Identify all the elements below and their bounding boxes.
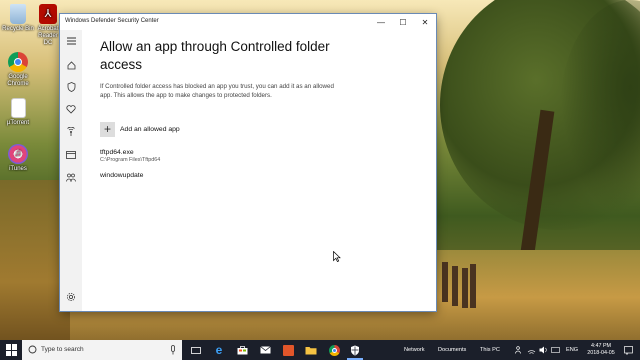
store-icon[interactable]	[235, 343, 249, 357]
recycle-bin-icon	[10, 4, 26, 24]
fence-post	[452, 266, 458, 306]
file-explorer-icon[interactable]	[304, 343, 318, 357]
chrome-icon	[8, 52, 28, 72]
page-description: If Controlled folder access has blocked …	[100, 83, 334, 99]
defender-taskbar-icon[interactable]	[348, 343, 362, 357]
family-icon[interactable]	[66, 172, 76, 182]
volume-icon[interactable]	[538, 343, 548, 357]
clock-date: 2018-04-05	[587, 350, 615, 356]
add-allowed-app-button[interactable]: + Add an allowed app	[100, 122, 180, 137]
language-indicator[interactable]: ENG	[566, 347, 578, 353]
mouse-cursor-icon	[333, 251, 341, 262]
desktop-icon-chrome[interactable]: Google Chrome	[2, 52, 34, 88]
menu-icon[interactable]	[66, 36, 76, 46]
title-bar[interactable]: Windows Defender Security Center — ☐ ✕	[60, 14, 436, 30]
nav-sidebar	[60, 30, 82, 311]
desktop-icon-recycle-bin[interactable]: Recycle Bin	[2, 4, 34, 33]
edge-icon[interactable]: e	[212, 343, 226, 357]
allowed-app-item[interactable]: tftpd64.exe C:\Program Files\Tftpd64	[100, 149, 160, 163]
app-name: windowupdate	[100, 172, 144, 179]
wifi-icon[interactable]	[66, 126, 76, 136]
search-placeholder: Type to search	[41, 346, 84, 353]
office-icon[interactable]	[281, 343, 295, 357]
network-status-icon[interactable]	[526, 343, 536, 357]
toolbar-this-pc[interactable]: This PC	[480, 347, 500, 353]
window-title: Windows Defender Security Center	[65, 18, 159, 24]
maximize-button[interactable]: ☐	[392, 14, 414, 30]
fence-post	[470, 264, 476, 308]
close-button[interactable]: ✕	[414, 14, 436, 30]
chrome-taskbar-icon[interactable]	[327, 343, 341, 357]
taskbar: Type to search e Network Documents This …	[0, 340, 640, 360]
settings-icon[interactable]	[66, 292, 76, 302]
plus-icon: +	[100, 122, 115, 137]
mail-icon[interactable]	[258, 343, 272, 357]
notifications-icon[interactable]	[622, 343, 634, 357]
desktop-icon-acrobat[interactable]: ⅄ Acrobat Reader DC	[36, 4, 60, 47]
itunes-icon: ♫	[8, 144, 28, 164]
add-allowed-app-label: Add an allowed app	[120, 126, 180, 133]
shield-icon[interactable]	[66, 82, 76, 92]
app-name: tftpd64.exe	[100, 149, 134, 156]
minimize-icon: —	[377, 17, 385, 27]
people-icon[interactable]	[514, 343, 524, 357]
desktop-icon-utorrent[interactable]: µTorrent	[2, 98, 34, 127]
system-clock[interactable]: 4:47 PM 2018-04-05	[584, 343, 618, 357]
fence-post	[442, 262, 448, 302]
taskbar-search-input[interactable]: Type to search	[22, 340, 182, 360]
toolbar-network[interactable]: Network	[404, 347, 425, 353]
main-content: Allow an app through Controlled folder a…	[100, 38, 420, 100]
search-icon	[28, 345, 37, 354]
acrobat-icon: ⅄	[39, 4, 57, 24]
heart-icon[interactable]	[66, 104, 76, 114]
security-center-window: Windows Defender Security Center — ☐ ✕ A…	[60, 14, 436, 311]
utorrent-icon	[10, 98, 26, 118]
minimize-button[interactable]: —	[370, 14, 392, 30]
fence-post	[462, 268, 468, 308]
app-path: C:\Program Files\Tftpd64	[100, 157, 161, 163]
task-view-icon[interactable]	[189, 343, 203, 357]
microphone-icon[interactable]	[170, 345, 176, 355]
start-button[interactable]	[6, 344, 18, 356]
allowed-app-item[interactable]: windowupdate	[100, 172, 143, 179]
browser-icon[interactable]	[66, 150, 76, 160]
toolbar-documents[interactable]: Documents	[438, 347, 466, 353]
close-icon: ✕	[421, 17, 429, 27]
clock-time: 4:47 PM	[590, 343, 612, 349]
keyboard-icon[interactable]	[550, 343, 560, 357]
desktop-icon-itunes[interactable]: ♫ iTunes	[2, 144, 34, 173]
page-title: Allow an app through Controlled folder a…	[100, 39, 330, 72]
home-icon[interactable]	[66, 60, 76, 70]
maximize-icon: ☐	[399, 17, 407, 27]
